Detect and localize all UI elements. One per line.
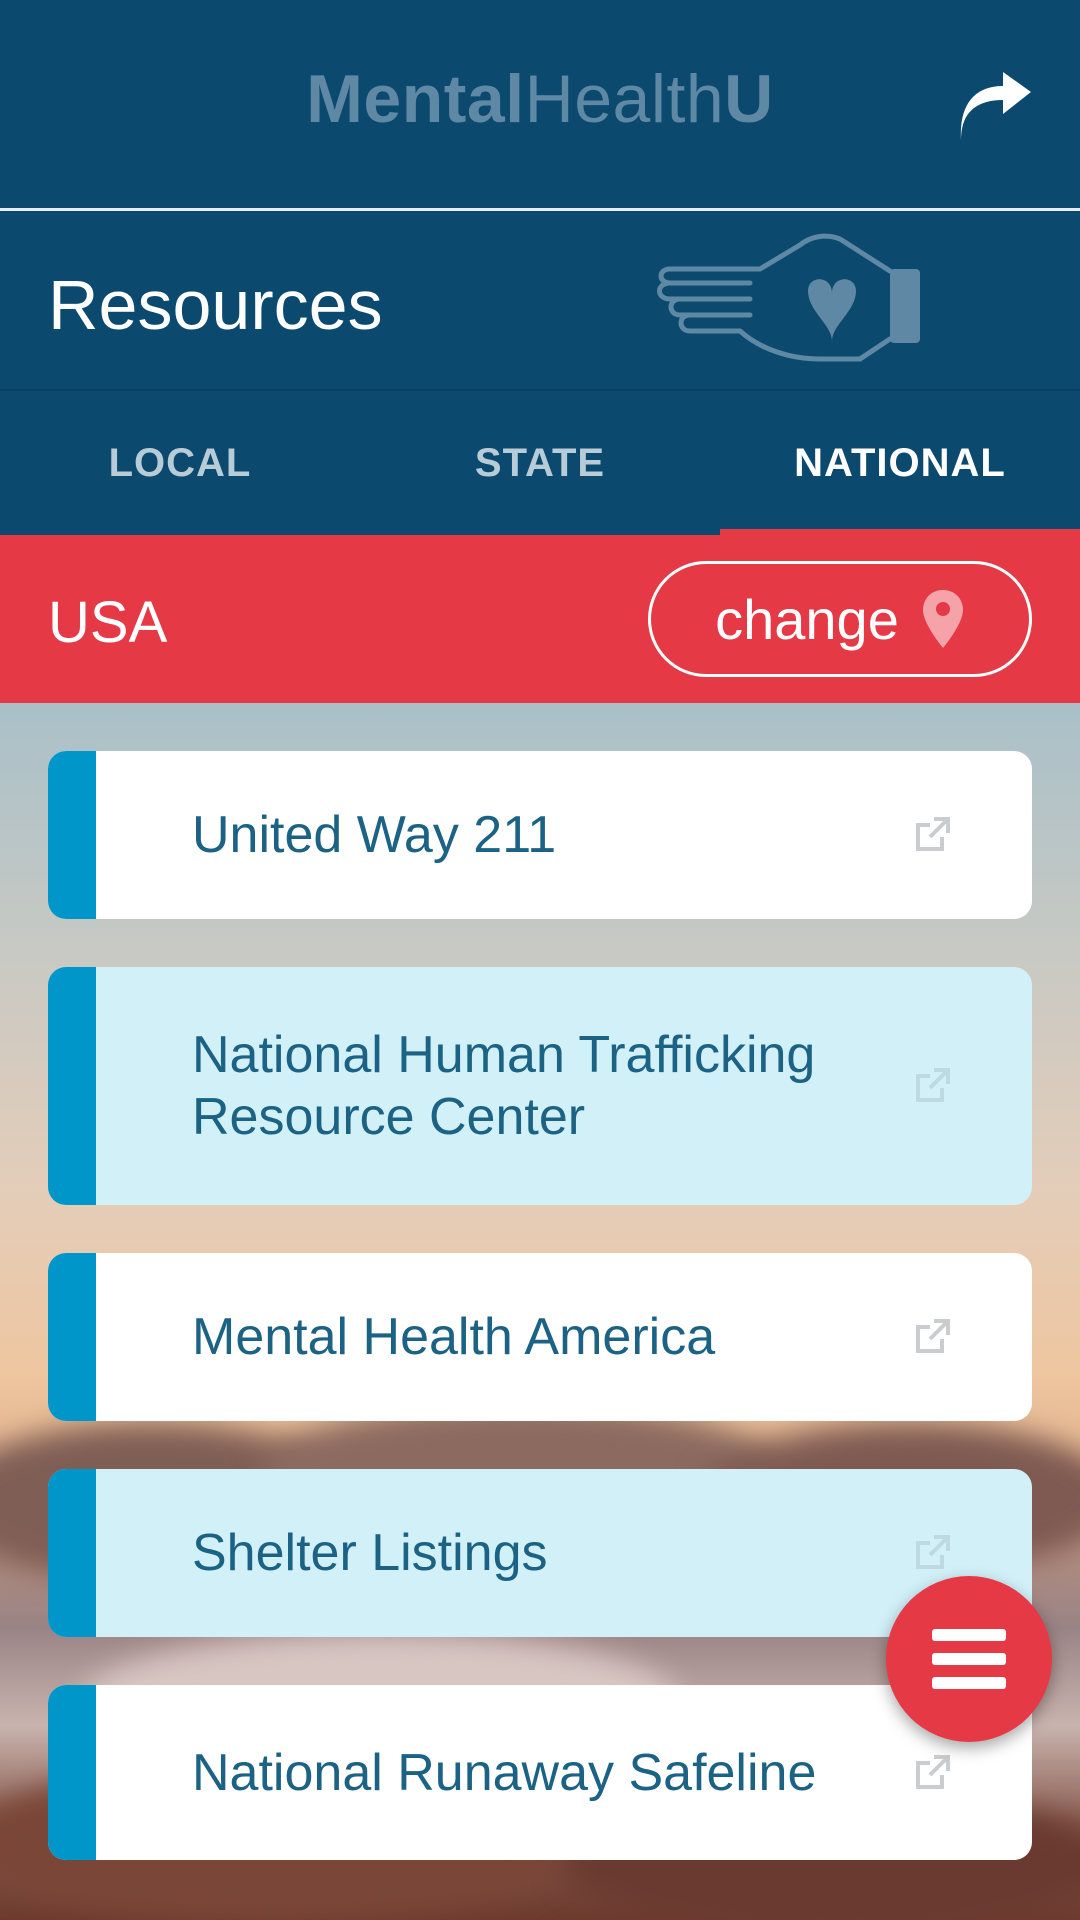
section-header: Resources <box>0 211 1080 389</box>
location-bar: USA change <box>0 535 1080 703</box>
menu-fab-button[interactable] <box>886 1576 1052 1742</box>
resource-card-runaway-safeline[interactable]: National Runaway Safeline <box>48 1685 1032 1860</box>
resource-card-shelter-listings[interactable]: Shelter Listings <box>48 1469 1032 1637</box>
card-accent-stripe <box>48 1253 96 1421</box>
external-link-icon <box>916 1535 950 1569</box>
resource-name: United Way 211 <box>192 806 557 864</box>
resource-name: National Human Trafficking Resource Cent… <box>192 1026 816 1146</box>
share-arrow-icon <box>960 72 1031 140</box>
resource-card-mental-health-america[interactable]: Mental Health America <box>48 1253 1032 1421</box>
external-link-icon <box>916 1068 950 1102</box>
app-screen: MentalHealthU Resources LOCAL STATE NATI… <box>0 0 1080 1920</box>
share-button[interactable] <box>950 60 1040 150</box>
resource-name: Mental Health America <box>192 1308 716 1366</box>
tab-local[interactable]: LOCAL <box>0 391 360 535</box>
resource-name: National Runaway Safeline <box>192 1743 817 1802</box>
logo-part-u: U <box>724 61 774 137</box>
tab-state[interactable]: STATE <box>360 391 720 535</box>
resource-name: Shelter Listings <box>192 1524 548 1582</box>
menu-icon <box>932 1629 1006 1689</box>
logo-part-mental: Mental <box>306 61 525 137</box>
card-accent-stripe <box>48 751 96 919</box>
tab-national[interactable]: NATIONAL <box>720 391 1080 535</box>
tab-bar: LOCAL STATE NATIONAL <box>0 389 1080 535</box>
location-name: USA <box>48 590 168 655</box>
logo-part-health: Health <box>524 61 725 137</box>
change-location-label: change <box>715 587 899 651</box>
top-bar: MentalHealthU <box>0 0 1080 208</box>
app-logo: MentalHealthU <box>0 60 1080 138</box>
card-accent-stripe <box>48 1469 96 1637</box>
hand-heart-icon <box>657 233 920 362</box>
resource-card-united-way[interactable]: United Way 211 <box>48 751 1032 919</box>
change-location-button[interactable]: change <box>648 561 1032 677</box>
card-accent-stripe <box>48 967 96 1205</box>
map-pin-icon <box>922 590 963 648</box>
external-link-icon <box>916 817 950 851</box>
card-accent-stripe <box>48 1685 96 1860</box>
resource-card-human-trafficking[interactable]: National Human Trafficking Resource Cent… <box>48 967 1032 1205</box>
external-link-icon <box>916 1754 950 1789</box>
page-title: Resources <box>48 266 383 344</box>
external-link-icon <box>916 1319 950 1353</box>
